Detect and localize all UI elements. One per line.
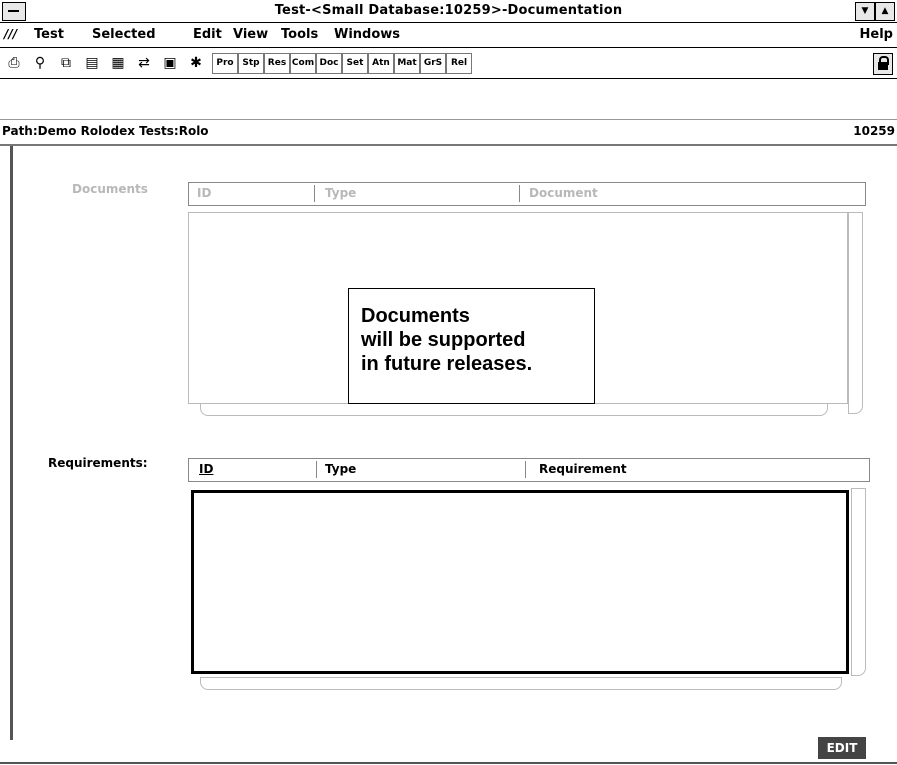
menu-help[interactable]: Help [860, 27, 893, 42]
requirements-header: ID Type Requirement [188, 458, 870, 482]
requirements-label: Requirements: [48, 456, 148, 470]
column-divider [519, 185, 520, 202]
menu-logo-icon: /// [4, 27, 18, 41]
documents-label: Documents [72, 182, 148, 196]
documents-vertical-scrollbar[interactable] [848, 212, 863, 414]
path-text: Path:Demo Rolodex Tests:Rolo [2, 124, 209, 138]
message-line-1: Documents [361, 305, 470, 327]
column-divider [316, 461, 317, 478]
toolbar-rel-button[interactable]: Rel [446, 53, 472, 74]
wrench-icon[interactable]: ⚲ [30, 53, 50, 73]
menu-view[interactable]: View [233, 27, 268, 42]
lock-icon[interactable] [873, 53, 893, 75]
requirements-horizontal-scrollbar[interactable] [200, 677, 842, 690]
toolbar-mat-button[interactable]: Mat [394, 53, 420, 74]
toolbar-stp-button[interactable]: Stp [238, 53, 264, 74]
run-icon[interactable]: ✱ [186, 53, 206, 73]
menu-selected[interactable]: Selected [92, 27, 156, 42]
documents-horizontal-scrollbar[interactable] [200, 403, 828, 416]
title-bar: Test-<Small Database:10259>-Documentatio… [0, 0, 897, 23]
toolbar-com-button[interactable]: Com [290, 53, 316, 74]
column-divider [525, 461, 526, 478]
message-line-3: in future releases. [361, 353, 533, 375]
menu-windows[interactable]: Windows [334, 27, 400, 42]
copy-icon[interactable]: ⧉ [56, 53, 76, 73]
print-icon[interactable]: ⎙ [4, 53, 24, 73]
documents-col-document[interactable]: Document [529, 186, 598, 200]
message-line-2: will be supported [361, 329, 526, 351]
documentation-window: Test-<Small Database:10259>-Documentatio… [0, 0, 897, 765]
requirements-list[interactable] [191, 490, 849, 674]
left-border [10, 146, 13, 740]
requirements-col-id[interactable]: ID [199, 462, 213, 476]
menu-test[interactable]: Test [34, 27, 64, 42]
requirements-col-type[interactable]: Type [325, 462, 356, 476]
requirements-vertical-scrollbar[interactable] [851, 488, 866, 676]
menu-edit[interactable]: Edit [193, 27, 222, 42]
save-icon[interactable]: ▣ [160, 53, 180, 73]
edit-mode-button[interactable]: EDIT [818, 737, 866, 759]
link-icon[interactable]: ⇄ [134, 53, 154, 73]
maximize-button[interactable]: ▲ [875, 2, 895, 21]
documents-col-type[interactable]: Type [325, 186, 356, 200]
toolbar-set-button[interactable]: Set [342, 53, 368, 74]
requirements-col-requirement[interactable]: Requirement [539, 462, 627, 476]
menu-bar: /// Test Selected Edit View Tools Window… [0, 23, 897, 48]
column-divider [314, 185, 315, 202]
window-title: Test-<Small Database:10259>-Documentatio… [274, 3, 623, 18]
menu-tools[interactable]: Tools [281, 27, 318, 42]
toolbar-doc-button[interactable]: Doc [316, 53, 342, 74]
tree-icon[interactable]: ▦ [108, 53, 128, 73]
documents-col-id[interactable]: ID [197, 186, 211, 200]
path-bar: Path:Demo Rolodex Tests:Rolo 10259 [0, 119, 897, 146]
unsupported-message: Documents will be supported in future re… [348, 288, 595, 404]
minimize-button[interactable]: ▼ [855, 2, 875, 21]
record-id: 10259 [853, 124, 895, 138]
toolbar: ⎙ ⚲ ⧉ ▤ ▦ ⇄ ▣ ✱ Pro Stp Res Com Doc Set … [0, 48, 897, 79]
documents-header: ID Type Document [188, 182, 866, 206]
bottom-border [0, 762, 897, 764]
toolbar-grs-button[interactable]: GrS [420, 53, 446, 74]
toolbar-atn-button[interactable]: Atn [368, 53, 394, 74]
toolbar-res-button[interactable]: Res [264, 53, 290, 74]
toolbar-pro-button[interactable]: Pro [212, 53, 238, 74]
paste-icon[interactable]: ▤ [82, 53, 102, 73]
